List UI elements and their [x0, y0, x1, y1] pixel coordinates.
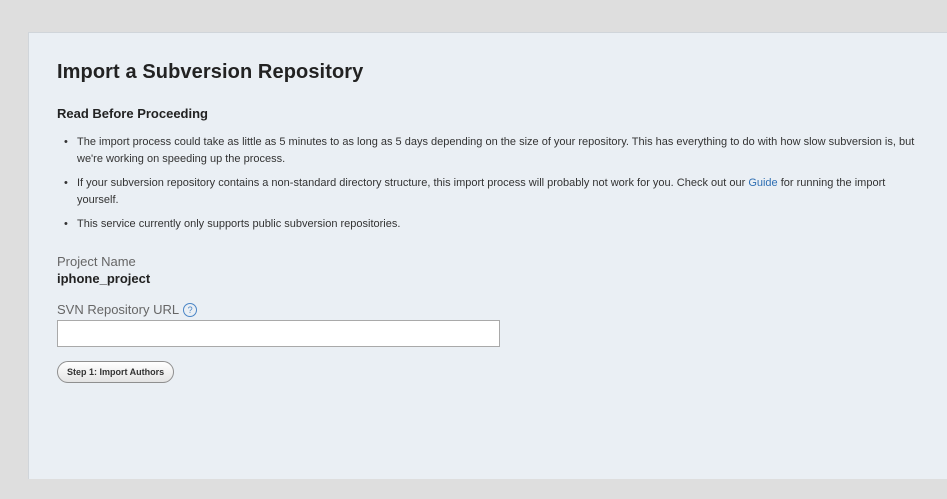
- notice-item-public-only-text: This service currently only supports pub…: [77, 218, 401, 230]
- notice-item-public-only: This service currently only supports pub…: [64, 216, 917, 233]
- notice-list: The import process could take as little …: [57, 134, 917, 233]
- svn-url-label: SVN Repository URL: [57, 302, 180, 317]
- notice-item-structure-text-before: If your subversion repository contains a…: [77, 177, 749, 189]
- import-authors-button[interactable]: Step 1: Import Authors: [57, 361, 175, 383]
- import-panel: Import a Subversion Repository Read Befo…: [28, 32, 947, 479]
- guide-link[interactable]: Guide: [748, 177, 777, 189]
- notice-item-duration: The import process could take as little …: [64, 134, 917, 168]
- import-content: Import a Subversion Repository Read Befo…: [57, 61, 917, 383]
- page-title: Import a Subversion Repository: [57, 61, 364, 83]
- svn-url-label-row: SVN Repository URL ?: [57, 302, 917, 317]
- notice-item-duration-text: The import process could take as little …: [77, 136, 915, 165]
- project-name-label: Project Name: [57, 254, 136, 269]
- svn-url-input[interactable]: [57, 320, 500, 347]
- notice-item-structure: If your subversion repository contains a…: [64, 175, 917, 209]
- notice-heading: Read Before Proceeding: [57, 106, 208, 121]
- project-name-value: iphone_project: [57, 271, 151, 286]
- help-icon[interactable]: ?: [183, 302, 198, 317]
